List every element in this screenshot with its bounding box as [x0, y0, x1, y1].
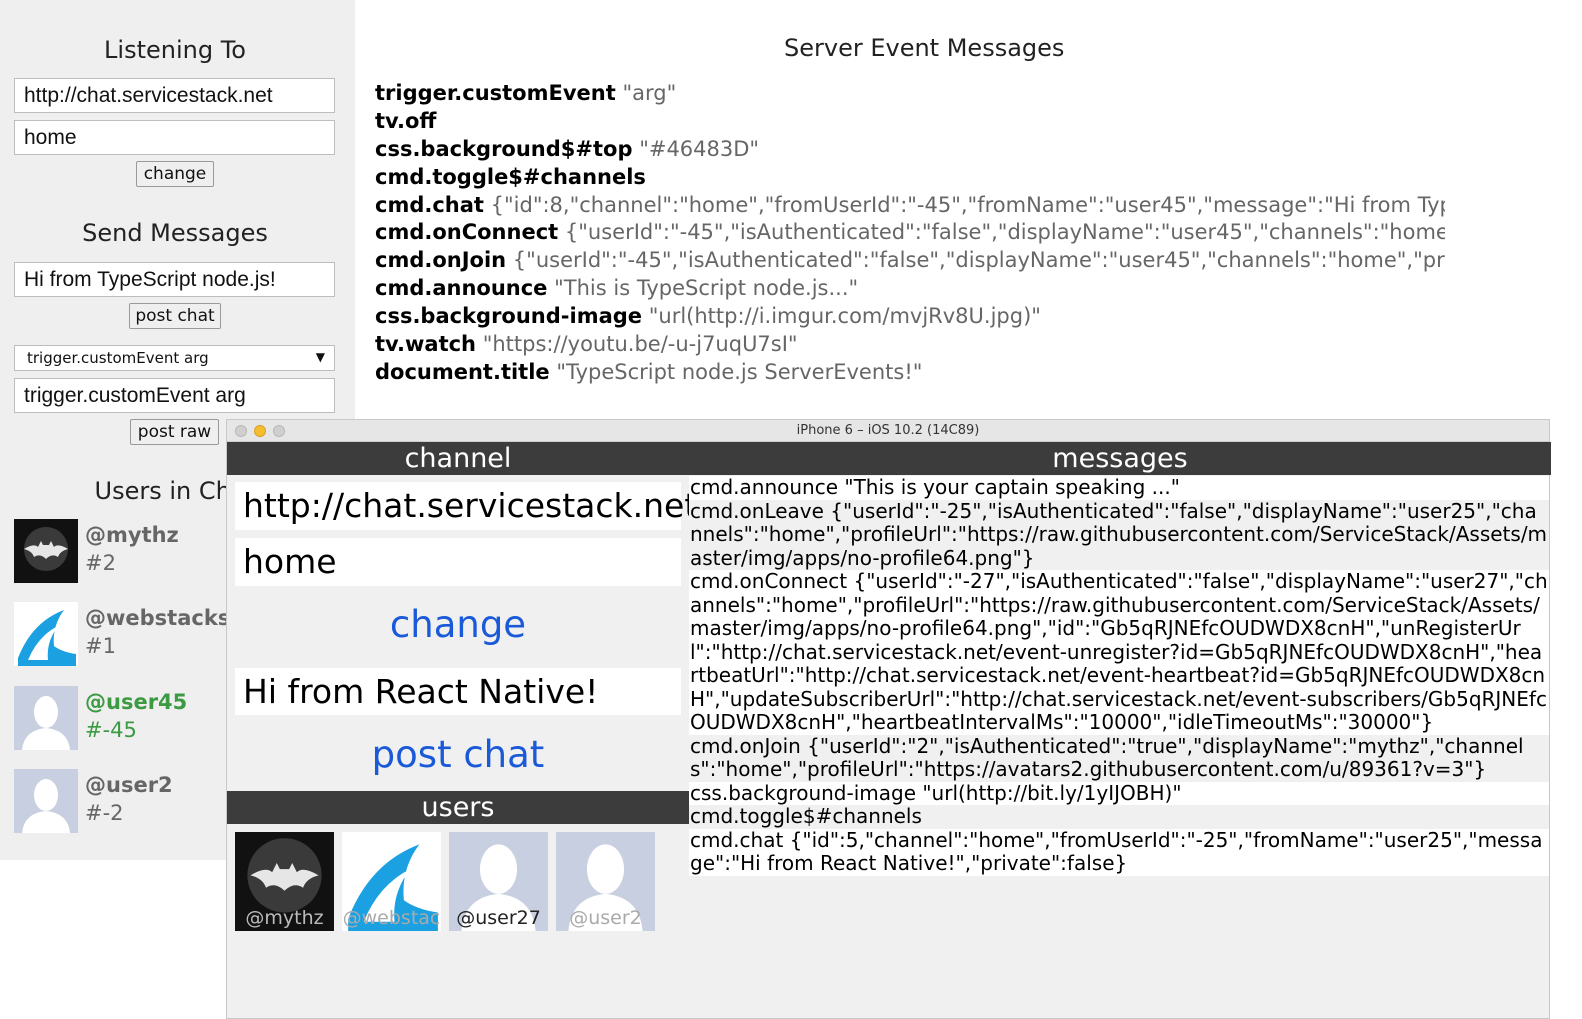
post-chat-button[interactable]: post chat — [129, 303, 221, 329]
user-tile-user27[interactable]: @user27 — [449, 832, 548, 931]
event-command: cmd.chat — [375, 192, 484, 217]
rn-server-url-input[interactable]: http://chat.servicestack.net — [235, 482, 697, 530]
message-input[interactable]: Hi from TypeScript node.js! — [14, 262, 335, 297]
user-name: @user45 — [85, 690, 188, 714]
chevron-down-icon: ▼ — [315, 350, 325, 364]
change-button[interactable]: change — [136, 161, 214, 187]
command-select[interactable]: trigger.customEvent arg ▼ — [14, 345, 335, 371]
message-item: cmd.toggle$#channels — [689, 804, 1549, 829]
event-command: css.background$#top — [375, 136, 633, 161]
messages-header: messages — [689, 442, 1551, 475]
user-name: @mythz — [85, 523, 179, 547]
event-command: cmd.onJoin — [375, 248, 507, 273]
event-item: tv.watch "https://youtu.be/-u-j7uqU7sI" — [375, 331, 1445, 359]
event-argument: {"id":8,"channel":"home","fromUserId":"-… — [490, 192, 1445, 217]
command-select-value: trigger.customEvent arg — [27, 349, 209, 367]
rn-post-chat-button[interactable]: post chat — [227, 730, 689, 780]
event-item: css.background-image "url(http://i.imgur… — [375, 303, 1445, 331]
event-item: cmd.announce "This is TypeScript node.js… — [375, 275, 1445, 303]
event-argument: "https://youtu.be/-u-j7uqU7sI" — [482, 332, 798, 357]
rn-channel-input[interactable]: home — [235, 538, 681, 586]
event-command: tv.off — [375, 108, 437, 133]
event-item: tv.off — [375, 108, 1445, 136]
message-item: cmd.onLeave {"userId":"-25","isAuthentic… — [689, 498, 1549, 570]
listening-title: Listening To — [104, 36, 246, 64]
event-item: cmd.onConnect {"userId":"-45","isAuthent… — [375, 219, 1445, 247]
user-id: #-45 — [85, 718, 137, 742]
simulator-window: iPhone 6 – iOS 10.2 (14C89) channel mess… — [226, 419, 1551, 1019]
event-command: css.background-image — [375, 304, 643, 329]
message-item: cmd.onJoin {"userId":"2","isAuthenticate… — [689, 734, 1549, 782]
default-person-avatar-icon — [14, 769, 78, 833]
event-item: trigger.customEvent "arg" — [375, 80, 1445, 108]
event-argument: "arg" — [622, 81, 677, 105]
simulator-title-bar[interactable]: iPhone 6 – iOS 10.2 (14C89) — [227, 420, 1549, 442]
raw-command-input[interactable]: trigger.customEvent arg — [14, 378, 335, 413]
event-argument: {"userId":"-45","isAuthenticated":"false… — [512, 248, 1445, 273]
event-argument: "url(http://i.imgur.com/mvjRv8U.jpg)" — [648, 304, 1041, 329]
event-argument: "#46483D" — [639, 136, 760, 161]
user-id: #-2 — [85, 801, 124, 825]
users-header: users — [227, 791, 689, 824]
event-command: cmd.onConnect — [375, 220, 559, 245]
user-tile-label: @mythz — [245, 907, 324, 929]
post-raw-button[interactable]: post raw — [130, 419, 219, 445]
simulator-title: iPhone 6 – iOS 10.2 (14C89) — [796, 423, 980, 438]
server-events-log: trigger.customEvent "arg" tv.off css.bac… — [375, 80, 1445, 387]
user-tile-label: @user2 — [569, 907, 642, 929]
event-item: cmd.chat {"id":8,"channel":"home","fromU… — [375, 192, 1445, 220]
event-argument: "This is TypeScript node.js..." — [554, 276, 859, 301]
user-id: #2 — [85, 551, 116, 575]
message-item: css.background-image "url(http://bit.ly/… — [689, 781, 1549, 805]
event-item: css.background$#top "#46483D" — [375, 136, 1445, 164]
user-tile-label: @webstac — [342, 907, 441, 929]
send-messages-title: Send Messages — [82, 219, 268, 247]
event-argument: {"userId":"-45","isAuthenticated":"false… — [564, 220, 1445, 245]
channel-input[interactable]: home — [14, 120, 335, 155]
event-command: cmd.announce — [375, 276, 548, 301]
user-name: @webstacks — [85, 606, 231, 630]
message-item: cmd.announce "This is your captain speak… — [689, 475, 1549, 500]
user-tile-mythz[interactable]: @mythz — [235, 832, 334, 931]
user-id: #1 — [85, 634, 116, 658]
batman-avatar-icon — [14, 519, 78, 583]
channel-header: channel — [227, 442, 689, 475]
rn-messages-list: cmd.announce "This is your captain speak… — [689, 475, 1549, 876]
event-item: cmd.toggle$#channels — [375, 164, 1445, 192]
event-command: trigger.customEvent — [375, 81, 616, 105]
message-item: cmd.onConnect {"userId":"-27","isAuthent… — [689, 569, 1549, 735]
shark-fin-avatar-icon — [14, 602, 78, 666]
event-item: cmd.onJoin {"userId":"-45","isAuthentica… — [375, 247, 1445, 275]
event-command: document.title — [375, 359, 550, 384]
rn-change-button[interactable]: change — [227, 600, 689, 650]
event-command: tv.watch — [375, 332, 477, 357]
user-tile-user2[interactable]: @user2 — [556, 832, 655, 931]
event-argument: "TypeScript node.js ServerEvents!" — [556, 359, 923, 384]
event-item: document.title "TypeScript node.js Serve… — [375, 359, 1445, 387]
server-events-title: Server Event Messages — [784, 34, 1065, 62]
user-name: @user2 — [85, 773, 173, 797]
user-tile-label: @user27 — [456, 907, 541, 929]
server-url-input[interactable]: http://chat.servicestack.net — [14, 78, 335, 113]
user-tile-webstacks[interactable]: @webstac — [342, 832, 441, 931]
default-person-avatar-icon — [14, 686, 78, 750]
rn-message-input[interactable]: Hi from React Native! — [235, 668, 681, 715]
event-command: cmd.toggle$#channels — [375, 164, 646, 189]
message-item: cmd.chat {"id":5,"channel":"home","fromU… — [689, 828, 1549, 876]
